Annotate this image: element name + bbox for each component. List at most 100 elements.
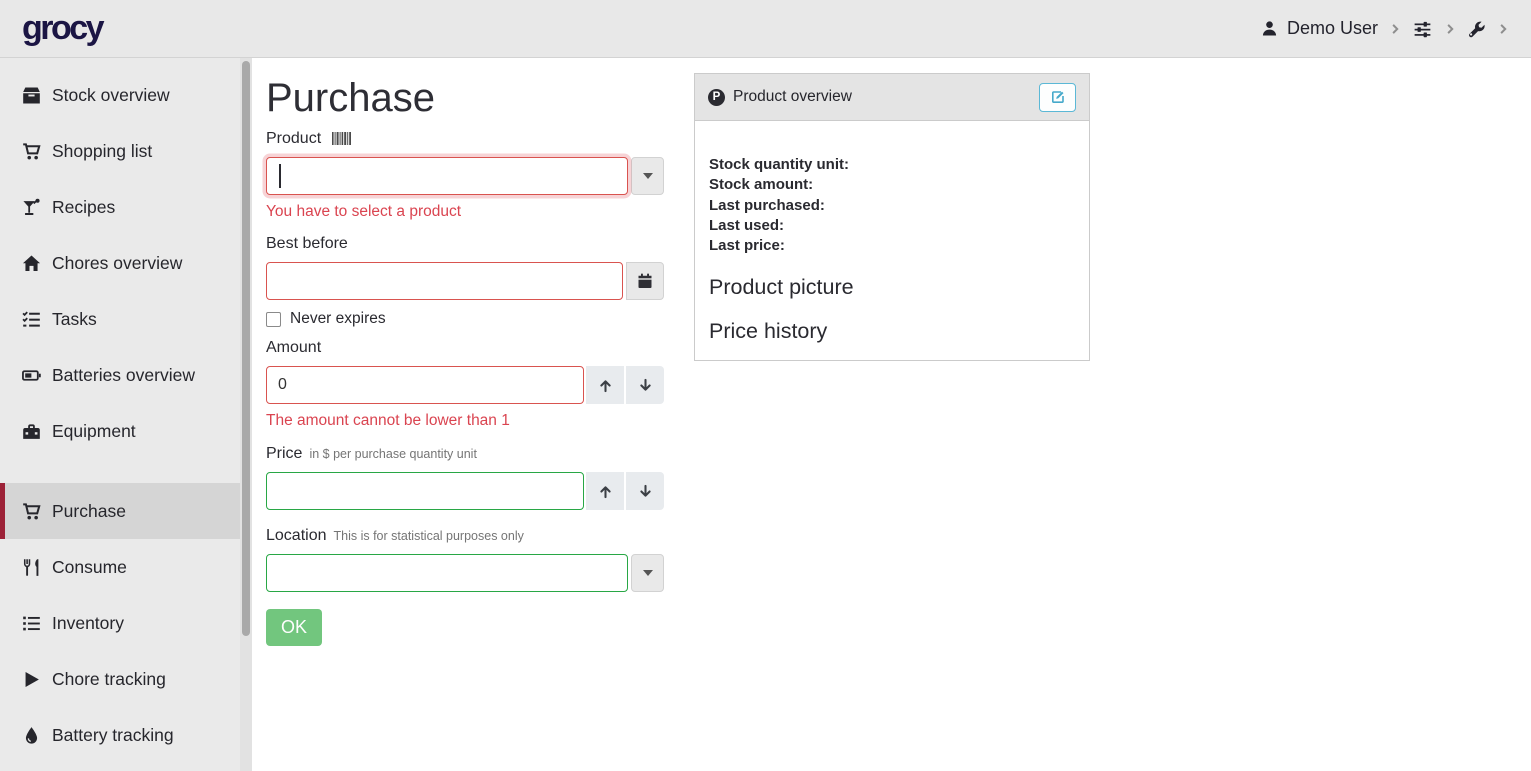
sidebar-item-label: Purchase	[52, 501, 126, 522]
calendar-button[interactable]	[626, 262, 664, 300]
user-name: Demo User	[1287, 18, 1378, 39]
utensils-icon	[22, 558, 41, 577]
wrench-icon	[1467, 20, 1486, 38]
sidebar-item-label: Stock overview	[52, 85, 170, 106]
sidebar-item-shopping-list[interactable]: Shopping list	[0, 123, 252, 179]
amount-input[interactable]	[266, 366, 584, 404]
sidebar-item-battery-tracking[interactable]: Battery tracking	[0, 707, 252, 763]
edit-icon	[1050, 89, 1066, 105]
arrow-down-icon	[638, 484, 653, 499]
sidebar-item-label: Equipment	[52, 421, 136, 442]
tasks-icon	[22, 310, 41, 329]
product-error-text: You have to select a product	[266, 203, 664, 221]
user-icon	[1261, 20, 1278, 37]
page-title: Purchase	[266, 76, 435, 121]
stock-amount-label: Stock amount:	[709, 175, 1075, 195]
last-used-label: Last used:	[709, 216, 1075, 236]
product-picture-heading: Product picture	[709, 275, 1075, 300]
price-decrement-button[interactable]	[626, 472, 664, 510]
battery-icon	[22, 366, 41, 385]
location-label: Location	[266, 527, 327, 544]
product-label: Product	[266, 130, 321, 147]
calendar-icon	[637, 273, 653, 289]
sidebar-item-chore-tracking[interactable]: Chore tracking	[0, 651, 252, 707]
location-hint: This is for statistical purposes only	[334, 529, 524, 543]
cocktail-icon	[22, 198, 41, 217]
location-dropdown-button[interactable]	[631, 554, 664, 592]
arrow-up-icon	[598, 378, 613, 393]
text-cursor	[279, 164, 281, 188]
arrow-up-icon	[598, 484, 613, 499]
ok-button[interactable]: OK	[266, 609, 322, 646]
sidebar-item-label: Chore tracking	[52, 669, 166, 690]
sidebar-item-purchase[interactable]: Purchase	[0, 483, 252, 539]
arrow-down-icon	[638, 378, 653, 393]
stock-quantity-unit-label: Stock quantity unit:	[709, 155, 1075, 175]
sidebar-item-equipment[interactable]: Equipment	[0, 403, 252, 459]
toolbox-icon	[22, 422, 41, 441]
app-logo[interactable]: grocy	[22, 9, 102, 48]
product-overview-body: Stock quantity unit: Stock amount: Last …	[695, 121, 1089, 344]
user-menu[interactable]: Demo User	[1261, 18, 1378, 39]
list-icon	[22, 614, 41, 633]
product-overview-card: P Product overview Stock quantity unit: …	[694, 73, 1090, 361]
admin-tools-menu[interactable]	[1467, 20, 1486, 38]
amount-decrement-button[interactable]	[626, 366, 664, 404]
price-history-heading: Price history	[709, 319, 1075, 344]
price-increment-button[interactable]	[586, 472, 624, 510]
best-before-form-group: Best before Never expires	[266, 235, 664, 328]
home-icon	[22, 254, 41, 273]
sidebar-item-stock-overview[interactable]: Stock overview	[0, 67, 252, 123]
price-label: Price	[266, 445, 302, 462]
location-form-group: Location This is for statistical purposes…	[266, 527, 664, 592]
sidebar-item-recipes[interactable]: Recipes	[0, 179, 252, 235]
product-input[interactable]	[266, 157, 628, 195]
sidebar-item-label: Batteries overview	[52, 365, 195, 386]
amount-increment-button[interactable]	[586, 366, 624, 404]
sidebar-item-tasks[interactable]: Tasks	[0, 291, 252, 347]
sidebar-item-batteries-overview[interactable]: Batteries overview	[0, 347, 252, 403]
sidebar-item-chores-overview[interactable]: Chores overview	[0, 235, 252, 291]
product-dropdown-button[interactable]	[631, 157, 664, 195]
shopping-cart-icon	[22, 142, 41, 161]
best-before-label: Best before	[266, 235, 348, 252]
chevron-right-icon	[1389, 22, 1401, 36]
barcode-icon	[332, 132, 353, 145]
price-hint: in $ per purchase quantity unit	[309, 447, 476, 461]
main-content: Purchase Product You have to select a pr…	[252, 58, 1531, 771]
play-icon	[22, 670, 41, 689]
product-form-group: Product You have to select a product	[266, 130, 664, 221]
sidebar: Stock overview Shopping list Recipes Cho…	[0, 58, 252, 771]
caret-down-icon	[643, 570, 653, 576]
product-circle-icon: P	[708, 89, 725, 106]
product-overview-header: P Product overview	[695, 74, 1089, 121]
last-purchased-label: Last purchased:	[709, 196, 1075, 216]
sidebar-item-label: Tasks	[52, 309, 97, 330]
sidebar-item-label: Recipes	[52, 197, 115, 218]
price-form-group: Price in $ per purchase quantity unit	[266, 445, 664, 510]
sidebar-item-consume[interactable]: Consume	[0, 539, 252, 595]
best-before-input[interactable]	[266, 262, 623, 300]
amount-error-text: The amount cannot be lower than 1	[266, 412, 664, 430]
box-icon	[22, 86, 41, 105]
edit-product-button[interactable]	[1039, 83, 1076, 112]
topbar-menu: Demo User	[1261, 18, 1509, 39]
chevron-right-icon	[1444, 22, 1456, 36]
sidebar-scrollbar-thumb[interactable]	[242, 61, 250, 636]
sliders-icon	[1412, 20, 1433, 38]
chevron-right-icon	[1497, 22, 1509, 36]
manage-data-menu[interactable]	[1412, 20, 1433, 38]
droplet-icon	[22, 726, 41, 745]
price-input[interactable]	[266, 472, 584, 510]
amount-label: Amount	[266, 339, 321, 356]
sidebar-item-label: Shopping list	[52, 141, 152, 162]
amount-form-group: Amount The amount cannot be lower than 1	[266, 339, 664, 430]
never-expires-label: Never expires	[290, 310, 386, 328]
sidebar-item-inventory[interactable]: Inventory	[0, 595, 252, 651]
sidebar-item-label: Inventory	[52, 613, 124, 634]
location-input[interactable]	[266, 554, 628, 592]
caret-down-icon	[643, 173, 653, 179]
sidebar-item-label: Consume	[52, 557, 127, 578]
last-price-label: Last price:	[709, 236, 1075, 256]
never-expires-checkbox[interactable]	[266, 312, 281, 327]
